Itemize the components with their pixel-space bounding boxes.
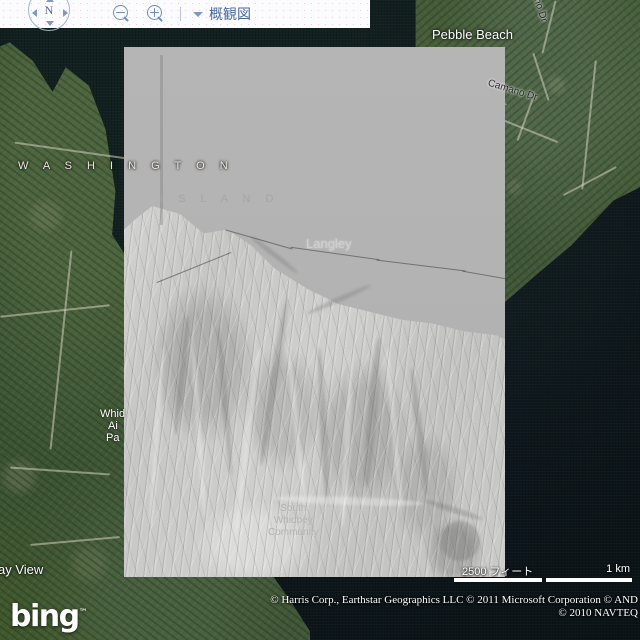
magnifier-handle	[123, 16, 129, 22]
pan-up-icon[interactable]	[46, 0, 54, 2]
scale-segment-metric	[546, 578, 632, 582]
map-attribution: © Harris Corp., Earthstar Geographics LL…	[270, 594, 638, 620]
terrain-valley	[440, 521, 480, 561]
scale-segment-imperial	[454, 578, 542, 582]
scale-metric-label: 1 km	[606, 563, 630, 575]
attribution-line-2: © 2010 NAVTEQ	[558, 607, 638, 619]
zoom-out-button[interactable]	[110, 2, 134, 26]
scale-bar: 2500 フィート 1 km	[454, 563, 632, 582]
toolbar-divider	[180, 7, 181, 21]
pan-down-icon[interactable]	[46, 21, 54, 26]
chevron-down-icon[interactable]	[193, 11, 203, 17]
zoom-in-button[interactable]	[144, 2, 168, 26]
scale-imperial-label: 2500 フィート	[462, 566, 534, 578]
compass-north-label: N	[44, 3, 54, 17]
trademark-symbol: ™	[78, 608, 88, 618]
scale-bar-labels: 2500 フィート 1 km	[454, 563, 632, 578]
bing-logo[interactable]: bing™	[10, 598, 88, 632]
scale-bar-graphic	[454, 578, 632, 582]
magnifier-handle	[157, 16, 163, 22]
map-canvas[interactable]: W A S H I N G T O N I S L A N D Pebble B…	[0, 0, 640, 640]
map-toolbar: N 概観図	[0, 0, 370, 31]
elevation-overlay-layer[interactable]	[124, 47, 505, 577]
compass-pan-control[interactable]: N	[22, 0, 76, 31]
overview-map-toggle[interactable]: 概観図	[209, 4, 251, 24]
overlay-stream	[160, 55, 163, 225]
attribution-line-1: © Harris Corp., Earthstar Geographics LL…	[270, 594, 638, 606]
bing-maps-viewer: W A S H I N G T O N I S L A N D Pebble B…	[0, 0, 640, 640]
bing-logo-text: bing	[10, 599, 80, 634]
